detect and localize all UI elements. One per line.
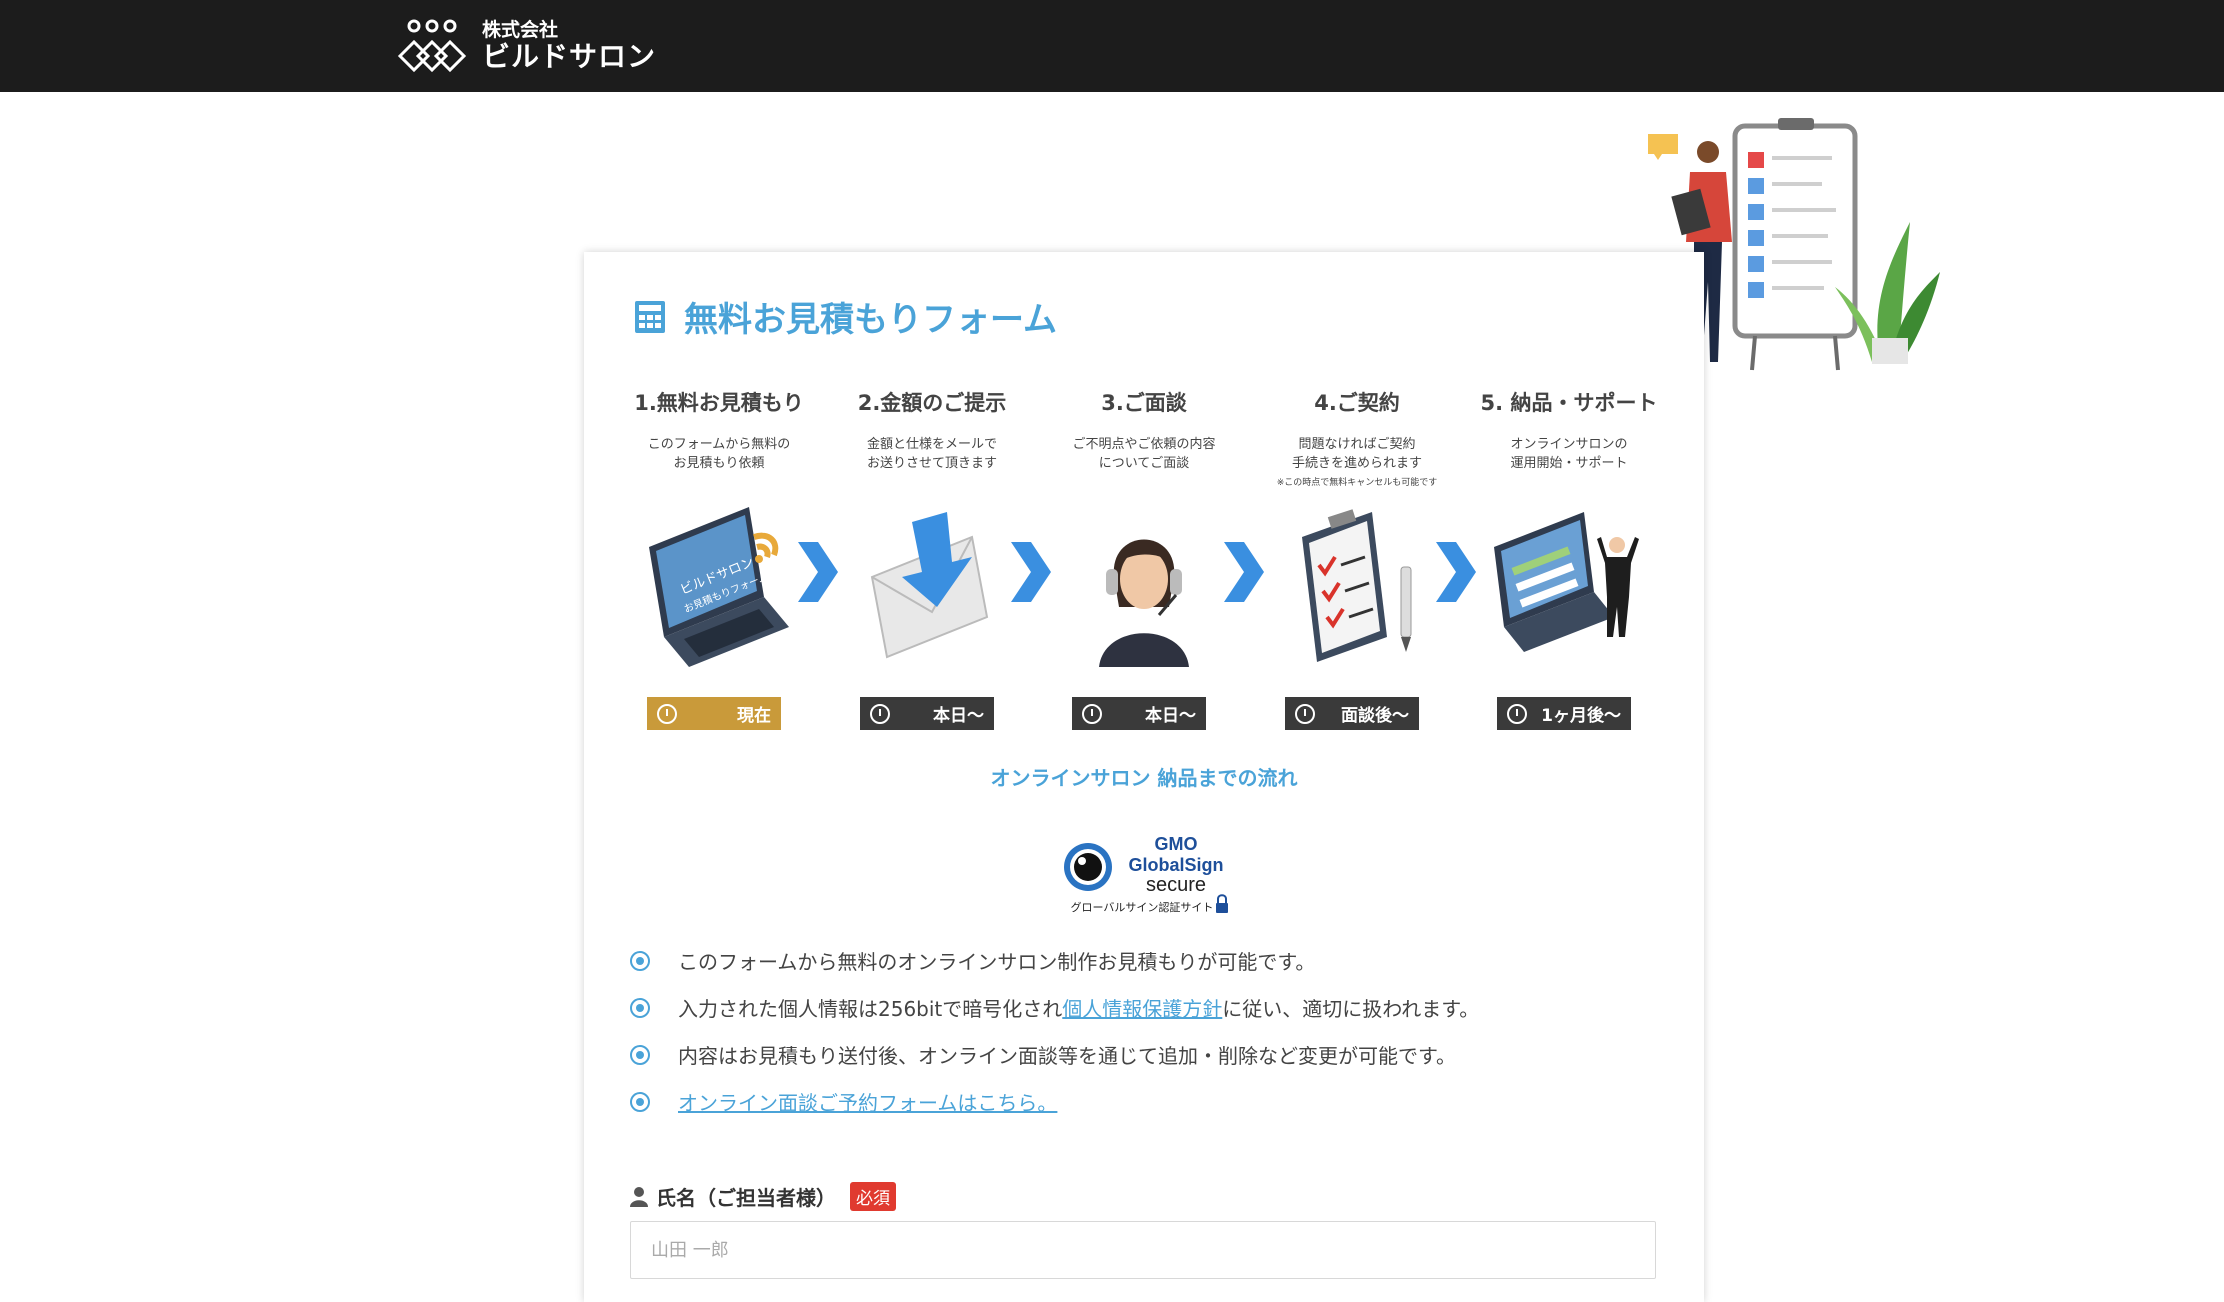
flow-caption: オンラインサロン 納品までの流れ	[990, 766, 1298, 790]
gmo-line2: GlobalSign	[1128, 855, 1223, 875]
step-1: 1.無料お見積もり このフォームから無料の お見積もり依頼 ビルドサロン お見積も…	[624, 387, 814, 730]
delivery-support-illustration	[1494, 512, 1639, 652]
info-item: 内容はお見積もり送付後、オンライン面談等を通じて追加・削除など変更が可能です。	[630, 1031, 1670, 1078]
step-title: 4.ご契約	[1314, 391, 1400, 415]
step-badge: 本日〜	[1072, 697, 1206, 730]
laptop-illustration: ビルドサロン お見積もりフォーム	[649, 507, 789, 667]
site-header: 株式会社 ビルドサロン	[0, 0, 2224, 92]
lock-icon	[1216, 903, 1228, 913]
required-badge: 必須	[850, 1182, 896, 1211]
calculator-icon	[635, 300, 665, 333]
online-meeting-booking-link[interactable]: オンライン面談ご予約フォームはこちら。	[678, 1087, 1057, 1116]
step-2: 2.金額のご提示 金額と仕様をメールで お送りさせて頂きます 本日〜	[837, 387, 1027, 730]
form-title: 無料お見積もりフォーム	[634, 292, 1057, 341]
gmo-line1: GMO	[1155, 834, 1198, 854]
form-title-text: 無料お見積もりフォーム	[684, 300, 1057, 340]
bullet-icon	[630, 1044, 650, 1065]
step-3: 3.ご面談 ご不明点やご依頼の内容 についてご面談 本日〜	[1049, 387, 1239, 730]
gmo-line3: secure	[1146, 874, 1206, 896]
gmo-line4: グローバルサイン認証サイト	[1071, 900, 1214, 914]
step-desc: 問題なければご契約 手続きを進められます	[1291, 437, 1422, 471]
gmo-globalsign-seal[interactable]: GMO GlobalSign secure グローバルサイン認証サイト	[1060, 827, 1240, 917]
info-list: このフォームから無料のオンラインサロン制作お見積もりが可能です。 入力された個人…	[630, 937, 1670, 1125]
support-operator-illustration	[1099, 539, 1189, 667]
info-item: 入力された個人情報は256bitで暗号化され 個人情報保護方針 に従い、適切に扱われ…	[630, 984, 1670, 1031]
step-title: 5. 納品・サポート	[1480, 391, 1658, 415]
step-title: 3.ご面談	[1101, 391, 1187, 415]
info-item: オンライン面談ご予約フォームはこちら。	[630, 1078, 1670, 1125]
clock-icon	[1082, 703, 1102, 724]
step-desc: 金額と仕様をメールで お送りさせて頂きます	[866, 437, 997, 471]
info-item: このフォームから無料のオンラインサロン制作お見積もりが可能です。	[630, 937, 1670, 984]
step-desc: ご不明点やご依頼の内容 についてご面談	[1072, 437, 1216, 471]
step-title: 1.無料お見積もり	[634, 391, 804, 415]
step-badge: 面談後〜	[1285, 697, 1419, 730]
flow-steps: 1.無料お見積もり このフォームから無料の お見積もり依頼 ビルドサロン お見積も…	[624, 387, 1664, 730]
estimate-form-card: 無料お見積もりフォーム 1.無料お見積もり このフォームから無料の お見積もり依頼…	[584, 252, 1704, 1302]
chevron-right-icon	[1436, 542, 1476, 602]
logo-sub-text: 株式会社	[482, 19, 559, 41]
chevron-right-icon	[1011, 542, 1051, 602]
name-field-label: 氏名（ご担当者様） 必須	[630, 1182, 896, 1211]
chevron-right-icon	[1224, 542, 1264, 602]
clock-icon	[657, 703, 677, 724]
bullet-icon	[630, 950, 650, 971]
step-badge: 1ヶ月後〜	[1497, 697, 1631, 730]
step-5: 5. 納品・サポート オンラインサロンの 運用開始・サポート 1ヶ月後〜	[1474, 387, 1664, 730]
step-desc: オンラインサロンの 運用開始・サポート	[1510, 437, 1628, 471]
step-title: 2.金額のご提示	[857, 391, 1007, 415]
user-icon	[630, 1186, 648, 1207]
chevron-right-icon	[798, 542, 838, 602]
name-input[interactable]	[630, 1221, 1656, 1279]
contract-clipboard-illustration	[1302, 509, 1412, 662]
bullet-icon	[630, 1091, 650, 1112]
step-badge: 本日〜	[860, 697, 994, 730]
logo-main-text: ビルドサロン	[482, 40, 657, 73]
logo-mark-icon	[397, 19, 467, 73]
company-logo[interactable]: 株式会社 ビルドサロン	[396, 16, 656, 76]
step-desc: このフォームから無料の お見積もり依頼	[647, 437, 791, 471]
clock-icon	[1295, 703, 1315, 724]
step-4: 4.ご契約 問題なければご契約 手続きを進められます ※この時点で無料キャンセルも…	[1262, 387, 1452, 730]
clock-icon	[870, 703, 890, 724]
clock-icon	[1507, 703, 1527, 724]
mail-illustration	[870, 512, 989, 659]
privacy-policy-link[interactable]: 個人情報保護方針	[1062, 993, 1222, 1022]
bullet-icon	[630, 997, 650, 1018]
step-badge-now: 現在	[647, 697, 781, 730]
step-note: ※この時点で無料キャンセルも可能です	[1276, 478, 1438, 488]
